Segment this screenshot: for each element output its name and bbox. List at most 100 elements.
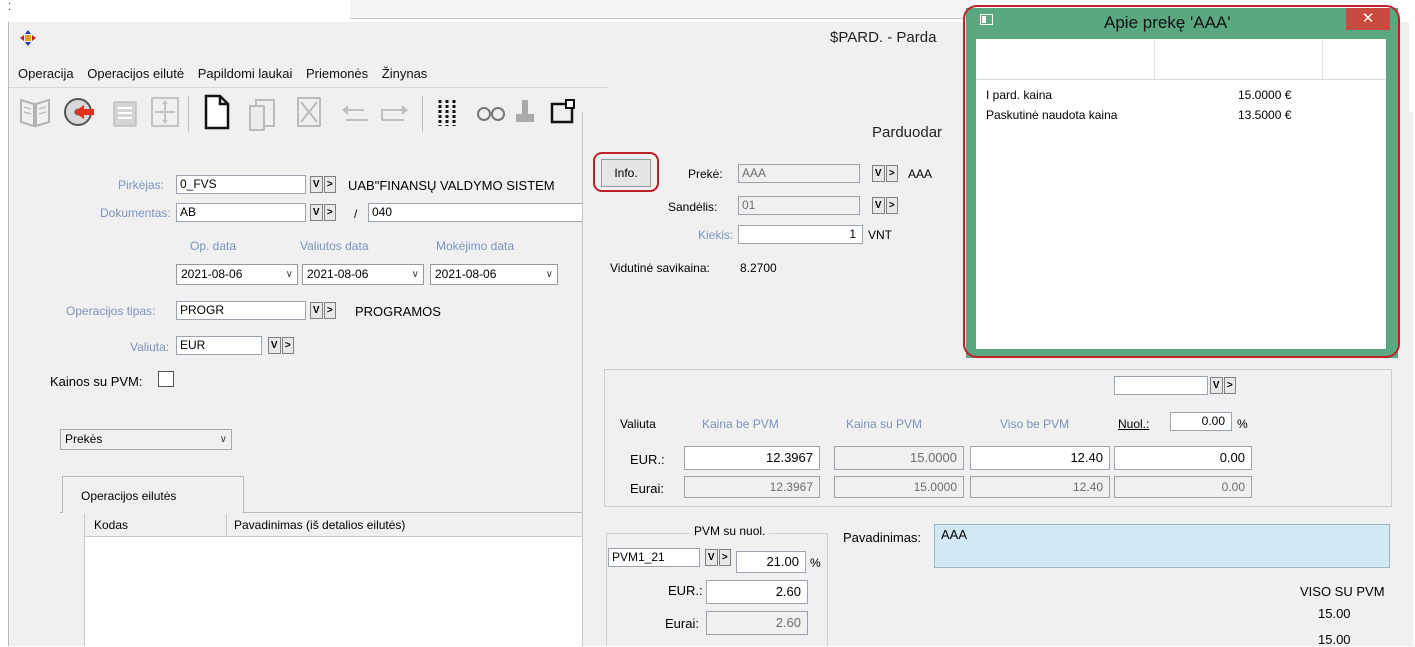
chevron-right-icon[interactable]: > (718, 549, 731, 566)
popup-highlight (963, 5, 1400, 358)
pirkejas-buttons: V > (310, 176, 336, 193)
menu-papildomi-laukai[interactable]: Papildomi laukai (198, 66, 293, 81)
menu-zinynas[interactable]: Žinynas (382, 66, 428, 81)
pirkejas-field[interactable]: 0_FVS (176, 175, 306, 194)
kainos-su-pvm-label: Kainos su PVM: (50, 374, 143, 389)
valiuta-label: Valiuta: (130, 340, 170, 354)
valiuta-field[interactable]: EUR (176, 336, 262, 355)
tab-operacijos-eilutes-label: Operacijos eilutės (81, 489, 177, 503)
pirkejas-label: Pirkėjas: (118, 178, 165, 192)
col-separator (226, 514, 227, 536)
row-eur-viso-be[interactable]: 12.40 (970, 446, 1110, 470)
row-eur-kaina-be[interactable]: 12.3967 (684, 446, 820, 470)
valiutos-data-label: Valiutos data (300, 239, 369, 253)
pvm-rate-percent: % (810, 556, 821, 570)
dropdown-v-icon[interactable]: V (1210, 377, 1223, 394)
chevron-right-icon[interactable]: > (323, 204, 336, 221)
chevron-down-icon: ∨ (545, 269, 553, 280)
chevron-down-icon: ∨ (285, 269, 293, 280)
op-data-picker[interactable]: 2021-08-06 ∨ (176, 264, 298, 285)
chevron-right-icon[interactable]: > (885, 165, 898, 182)
pavadinimas-label: Pavadinimas: (843, 530, 922, 545)
form-icon[interactable] (548, 92, 582, 132)
sandelis-field[interactable]: 01 (738, 196, 860, 215)
pvm-eurai-field: 2.60 (706, 611, 808, 635)
book-icon[interactable] (18, 92, 52, 132)
viso-su-pvm-label: VISO SU PVM (1300, 584, 1385, 599)
op-data-value: 2021-08-06 (181, 267, 243, 281)
valiutos-data-value: 2021-08-06 (307, 267, 369, 281)
nuol-type-buttons: V > (1210, 377, 1236, 394)
col-kodas[interactable]: Kodas (94, 518, 128, 532)
nuol-field[interactable]: 0.00 (1170, 412, 1232, 431)
valiutos-data-picker[interactable]: 2021-08-06 ∨ (302, 264, 424, 285)
toolbar-separator-2 (422, 96, 423, 132)
operacijos-tipas-name: PROGRAMOS (355, 304, 441, 319)
operacijos-tipas-field[interactable]: PROGR (176, 301, 306, 320)
cd-import-icon[interactable] (62, 92, 96, 132)
dropdown-v-icon[interactable]: V (310, 302, 323, 319)
pvm-code-field[interactable]: PVM1_21 (608, 548, 700, 567)
prekes-select[interactable]: Prekės ∨ (60, 429, 232, 450)
menu-priemones[interactable]: Priemonės (306, 66, 368, 81)
kiekis-label: Kiekis: (698, 228, 734, 242)
move-icon[interactable] (148, 92, 182, 132)
chevron-right-icon[interactable]: > (323, 302, 336, 319)
stamp-icon[interactable] (508, 92, 542, 132)
preke-label: Prekė: (688, 167, 723, 181)
pvm-eurai-label: Eurai: (665, 616, 699, 631)
preke-name: AAA (908, 167, 933, 181)
nuol-type-field[interactable] (1114, 376, 1208, 395)
chevron-right-icon[interactable]: > (281, 337, 294, 354)
print-preview-icon[interactable] (108, 92, 142, 132)
columns-icon[interactable] (432, 92, 466, 132)
col-pavadinimas[interactable]: Pavadinimas (iš detalios eilutės) (234, 518, 405, 532)
window-title: $PARD. - Parda (830, 29, 937, 46)
copy-document-icon[interactable] (246, 92, 280, 132)
kiekis-field[interactable]: 1 (738, 225, 863, 244)
kiekis-unit: VNT (868, 228, 892, 242)
chevron-right-icon[interactable]: > (1223, 377, 1236, 394)
pavadinimas-field[interactable]: AAA (934, 524, 1390, 568)
glasses-icon[interactable] (474, 92, 508, 132)
pvm-rate-field[interactable]: 21.00 (736, 551, 806, 573)
menu-operacija[interactable]: Operacija (18, 66, 74, 81)
dropdown-v-icon[interactable]: V (705, 549, 718, 566)
undo-icon[interactable] (338, 92, 372, 132)
dropdown-v-icon[interactable]: V (310, 204, 323, 221)
tab-operacijos-eilutes[interactable]: Operacijos eilutės (62, 476, 244, 513)
dropdown-v-icon[interactable]: V (872, 197, 885, 214)
chevron-down-icon: ∨ (411, 269, 419, 280)
preke-field[interactable]: AAA (738, 164, 860, 183)
dropdown-v-icon[interactable]: V (310, 176, 323, 193)
row-eur-label: EUR.: (630, 452, 665, 467)
chevron-right-icon[interactable]: > (885, 197, 898, 214)
dokumentas-number-field[interactable]: 040 (368, 203, 598, 222)
delete-document-icon[interactable] (292, 92, 326, 132)
dokumentas-label: Dokumentas: (100, 206, 171, 220)
row-eurai-label: Eurai: (630, 481, 664, 496)
top-left-dots-icon: ⁚ (8, 2, 12, 13)
pvm-eur-field[interactable]: 2.60 (706, 580, 808, 604)
row-eurai-kaina-be: 12.3967 (684, 476, 820, 498)
op-data-label: Op. data (190, 239, 237, 253)
mokejimo-data-picker[interactable]: 2021-08-06 ∨ (430, 264, 558, 285)
row-eur-kaina-su: 15.0000 (834, 446, 964, 470)
vid-savikaina-label: Vidutinė savikaina: (610, 261, 710, 275)
nuol-label: Nuol.: (1118, 417, 1150, 431)
dropdown-v-icon[interactable]: V (872, 165, 885, 182)
redo-icon[interactable] (378, 92, 412, 132)
top-strip-bar (350, 0, 970, 19)
kainos-su-pvm-checkbox[interactable] (158, 371, 174, 387)
menu-operacijos-eilute[interactable]: Operacijos eilutė (87, 66, 184, 81)
dokumentas-field[interactable]: AB (176, 203, 306, 222)
dropdown-v-icon[interactable]: V (268, 337, 281, 354)
row-eurai-kaina-su: 15.0000 (834, 476, 964, 498)
row-eur-nuol[interactable]: 0.00 (1114, 446, 1252, 470)
viso-su-pvm-value-2: 15.00 (1318, 632, 1351, 647)
new-document-icon[interactable] (200, 92, 234, 132)
line-dialog-title: Parduodar (872, 124, 943, 141)
row-eurai-nuol: 0.00 (1114, 476, 1252, 498)
chevron-right-icon[interactable]: > (323, 176, 336, 193)
toolbar-separator (188, 96, 189, 132)
